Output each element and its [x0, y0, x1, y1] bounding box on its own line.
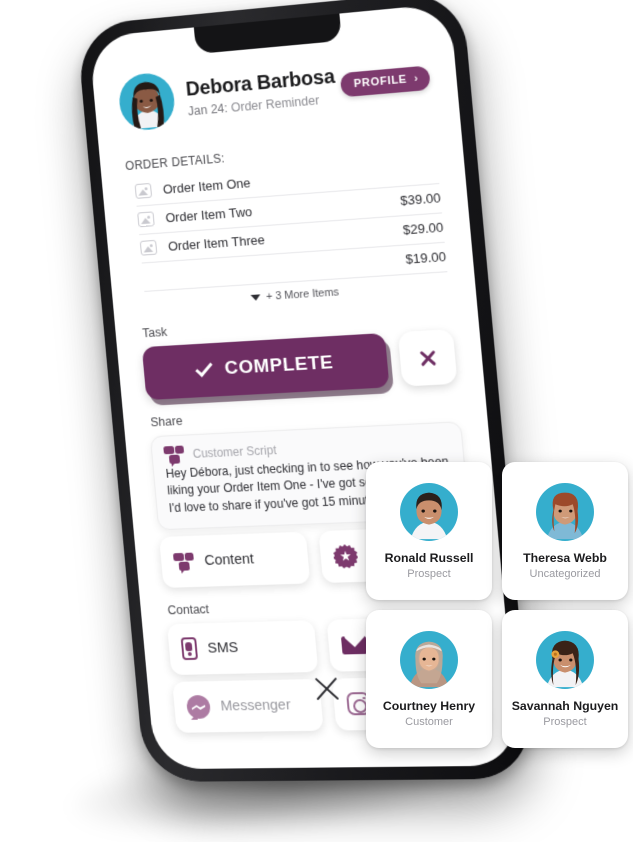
- avatar: [400, 482, 458, 541]
- contact-avatar-illustration: [546, 640, 584, 687]
- sms-phone-icon: [180, 637, 199, 661]
- contact-avatar-illustration: [546, 492, 584, 539]
- task-actions: COMPLETE: [141, 328, 458, 401]
- avatar-illustration: [130, 80, 166, 130]
- list-item[interactable]: Ronald Russell Prospect: [366, 462, 492, 600]
- complete-button-label: COMPLETE: [223, 352, 335, 380]
- list-item[interactable]: Courtney Henry Customer: [366, 610, 492, 748]
- image-placeholder-icon: [139, 239, 158, 256]
- dismiss-task-button[interactable]: [397, 328, 458, 387]
- messenger-button[interactable]: Messenger: [172, 678, 324, 733]
- sms-button[interactable]: SMS: [166, 620, 319, 676]
- order-item-name: [143, 260, 393, 277]
- avatar: [400, 630, 458, 689]
- list-item[interactable]: Savannah Nguyen Prospect: [502, 610, 628, 748]
- order-item-price: $29.00: [402, 219, 444, 238]
- avatar: [536, 630, 594, 689]
- contact-role: Prospect: [543, 715, 587, 728]
- contact-name: Ronald Russell: [384, 550, 474, 565]
- contact-avatar-illustration: [410, 492, 448, 539]
- screenshot-stage: Debora Barbosa Jan 24: Order Reminder PR…: [0, 0, 633, 842]
- contact-header: Debora Barbosa Jan 24: Order Reminder PR…: [117, 48, 432, 132]
- contact-name: Savannah Nguyen: [511, 698, 619, 713]
- profile-button-label: PROFILE: [353, 72, 408, 90]
- contact-role: Prospect: [407, 567, 451, 580]
- envelope-icon: [340, 635, 368, 655]
- more-items-label: + 3 More Items: [265, 286, 340, 303]
- close-icon: [417, 348, 438, 368]
- contact-cards-grid: Ronald Russell Prospect Theresa Webb Unc…: [366, 462, 628, 752]
- recommend-badge-icon: [333, 544, 359, 569]
- order-item-price: $19.00: [404, 248, 447, 267]
- profile-button[interactable]: PROFILE ›: [339, 64, 431, 97]
- content-button-label: Content: [203, 551, 255, 569]
- close-screen-icon[interactable]: [310, 674, 342, 704]
- image-placeholder-icon: [134, 182, 153, 199]
- chevron-right-icon: ›: [413, 71, 419, 85]
- caret-down-icon: [250, 294, 261, 301]
- messenger-button-label: Messenger: [219, 697, 292, 715]
- complete-button[interactable]: COMPLETE: [141, 332, 390, 401]
- content-button[interactable]: Content: [159, 531, 311, 588]
- message-date: Jan 24:: [187, 100, 229, 118]
- contact-role: Customer: [405, 715, 453, 728]
- contact-role: Uncategorized: [529, 567, 601, 580]
- sms-button-label: SMS: [206, 640, 239, 657]
- customer-script-icon: [163, 445, 185, 465]
- content-media-icon: [172, 552, 195, 571]
- messenger-icon: [185, 694, 212, 719]
- contact-avatar-illustration: [409, 641, 449, 687]
- avatar: [117, 71, 177, 132]
- avatar: [536, 482, 594, 541]
- order-items-list: Order Item One Order Item Two $39.00 Ord…: [134, 154, 449, 311]
- contact-name: Courtney Henry: [382, 698, 476, 713]
- order-item-price: $39.00: [399, 190, 442, 209]
- image-placeholder-icon: [137, 211, 155, 228]
- check-icon: [195, 358, 213, 378]
- contact-name: Theresa Webb: [523, 550, 607, 565]
- list-item[interactable]: Theresa Webb Uncategorized: [502, 462, 628, 600]
- customer-script-title: Customer Script: [192, 443, 278, 461]
